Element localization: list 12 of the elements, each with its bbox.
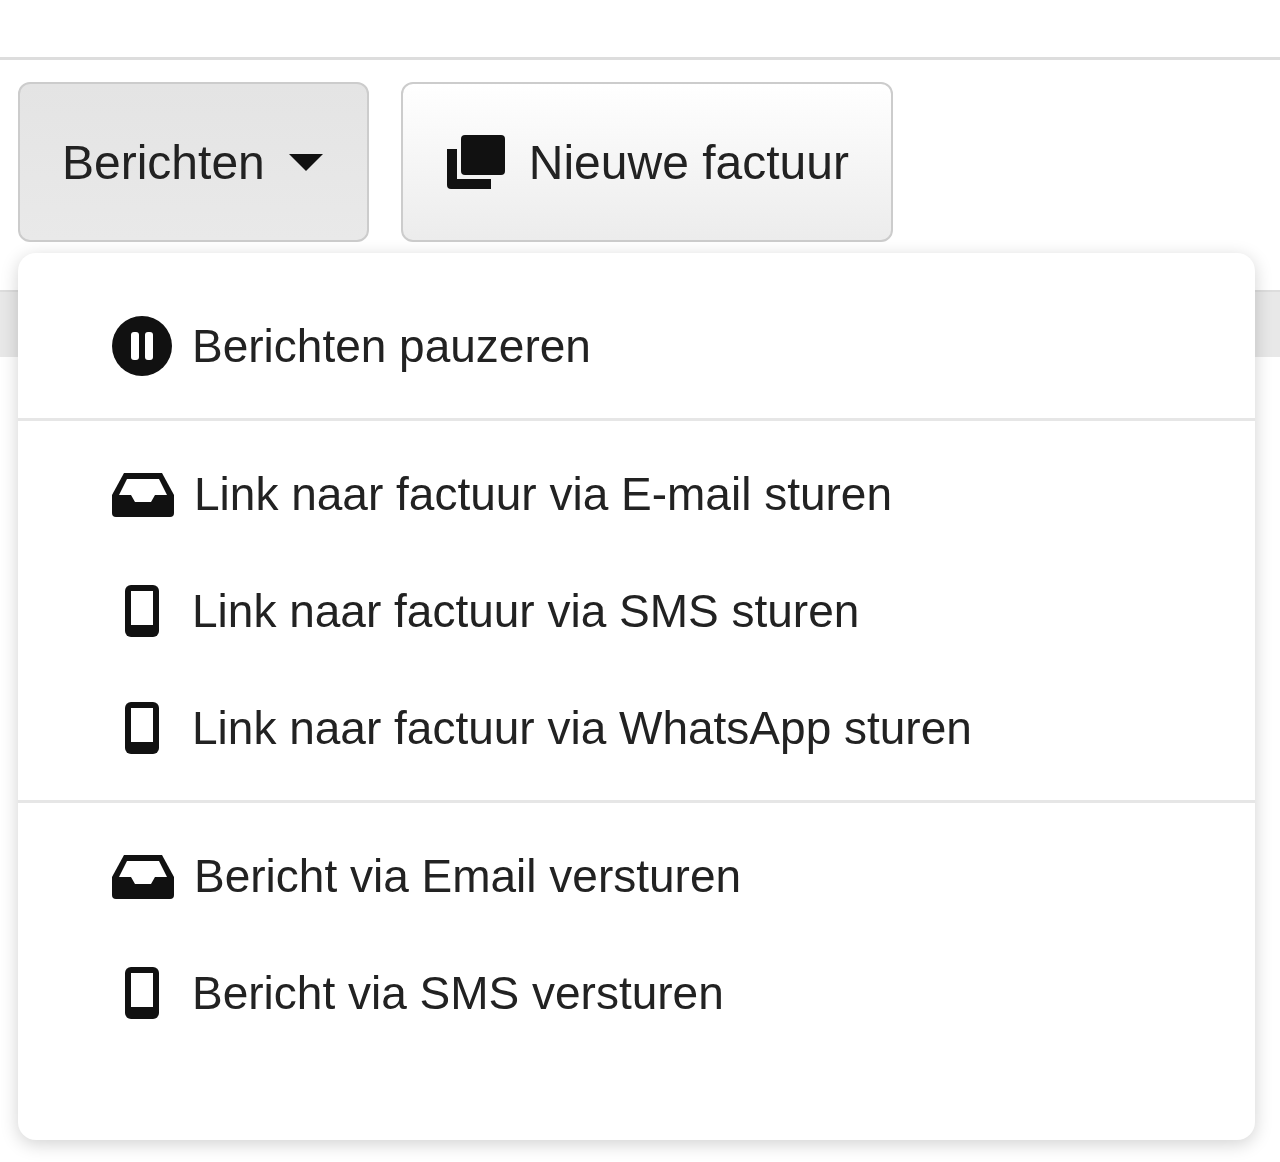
inbox-icon: [110, 470, 176, 517]
copy-icon: [444, 133, 507, 191]
pause-icon: [110, 313, 174, 378]
inbox-icon: [110, 852, 176, 899]
menu-item[interactable]: Link naar factuur via WhatsApp sturen: [18, 669, 1255, 786]
menu-item[interactable]: Bericht via SMS versturen: [18, 934, 1255, 1051]
menu-item[interactable]: Link naar factuur via SMS sturen: [18, 552, 1255, 669]
new-invoice-button[interactable]: Nieuwe factuur: [400, 82, 893, 242]
menu-item[interactable]: Bericht via Email versturen: [18, 817, 1255, 934]
menu-item[interactable]: Link naar factuur via E-mail sturen: [18, 435, 1255, 552]
messages-dropdown-button[interactable]: Berichten: [18, 82, 369, 242]
menu-item[interactable]: Berichten pauzeren: [18, 287, 1255, 404]
